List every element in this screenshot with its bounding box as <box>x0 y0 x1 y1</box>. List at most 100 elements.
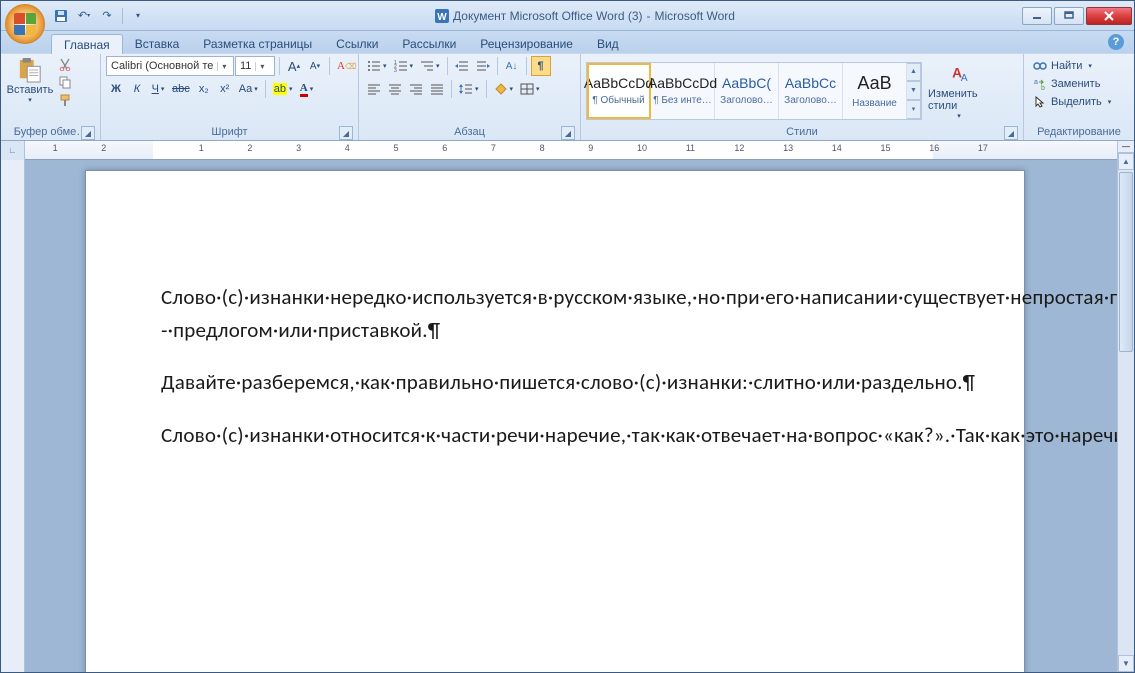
line-spacing-button[interactable]: ▾ <box>456 79 482 99</box>
font-size-combo[interactable]: 11▾ <box>235 56 275 76</box>
show-marks-button[interactable]: ¶ <box>531 56 551 76</box>
window-controls <box>1022 7 1134 25</box>
ruler-toggle[interactable]: — <box>1118 141 1134 153</box>
ribbon-tabs: Главная Вставка Разметка страницы Ссылки… <box>1 31 1134 53</box>
save-icon[interactable] <box>51 6 71 26</box>
svg-text:W: W <box>437 12 447 23</box>
help-icon[interactable]: ? <box>1108 34 1124 50</box>
paragraph-2[interactable]: Давайте·разберемся,·как·правильно·пишетс… <box>161 366 949 399</box>
tab-selector[interactable]: ∟ <box>1 141 25 160</box>
group-clipboard: Вставить ▾ Буфер обме…◢ <box>1 54 101 140</box>
tab-layout[interactable]: Разметка страницы <box>191 34 324 53</box>
group-paragraph: ▾ 123▾ ▾ A↓ ¶ <box>359 54 581 140</box>
grow-font-button[interactable]: A▴ <box>284 56 304 76</box>
style-heading1[interactable]: AaBbC(Заголово… <box>715 63 779 119</box>
copy-icon[interactable] <box>56 74 74 90</box>
justify-button[interactable] <box>427 79 447 99</box>
horizontal-ruler[interactable]: 121234567891011121314151617 <box>25 141 1117 159</box>
tab-insert[interactable]: Вставка <box>123 34 192 53</box>
select-button[interactable]: Выделить▾ <box>1029 94 1115 110</box>
undo-icon[interactable]: ↶▾ <box>74 6 94 26</box>
maximize-button[interactable] <box>1054 7 1084 25</box>
styles-launcher[interactable]: ◢ <box>1004 126 1018 140</box>
numbering-button[interactable]: 123▾ <box>391 56 417 76</box>
gallery-down[interactable]: ▼ <box>907 81 921 100</box>
font-color-button[interactable]: A▾ <box>297 79 317 99</box>
ribbon: Вставить ▾ Буфер обме…◢ Calibri (Основно… <box>1 53 1134 141</box>
window-title: W Документ Microsoft Office Word (3) - M… <box>148 9 1022 23</box>
font-launcher[interactable]: ◢ <box>339 126 353 140</box>
minimize-button[interactable] <box>1022 7 1052 25</box>
group-label-editing: Редактирование <box>1029 125 1129 140</box>
svg-text:A: A <box>961 72 968 83</box>
bullets-button[interactable]: ▾ <box>364 56 390 76</box>
quick-access-toolbar: ↶▾ ↷ ▾ <box>51 6 148 26</box>
underline-button[interactable]: Ч▾ <box>148 79 168 99</box>
change-styles-button[interactable]: AA Изменить стили▾ <box>928 60 990 122</box>
svg-text:a: a <box>1034 79 1038 86</box>
paragraph-launcher[interactable]: ◢ <box>561 126 575 140</box>
titlebar: ↶▾ ↷ ▾ W Документ Microsoft Office Word … <box>1 1 1134 31</box>
horizontal-ruler-bar: ∟ 121234567891011121314151617 <box>1 141 1117 160</box>
vertical-scrollbar[interactable]: — ▲ ▼ <box>1117 141 1134 672</box>
group-label-clipboard: Буфер обме…◢ <box>6 125 95 140</box>
vertical-ruler[interactable] <box>1 160 25 672</box>
style-title[interactable]: АаВНазвание <box>843 63 907 119</box>
superscript-button[interactable]: x² <box>215 79 235 99</box>
styles-gallery: AaBbCcDd¶ Обычный AaBbCcDd¶ Без инте… Aa… <box>586 62 922 120</box>
style-heading2[interactable]: AaBbCcЗаголово… <box>779 63 843 119</box>
scroll-up-button[interactable]: ▲ <box>1118 153 1134 170</box>
redo-icon[interactable]: ↷ <box>97 6 117 26</box>
find-button[interactable]: Найти▾ <box>1029 58 1115 74</box>
style-no-spacing[interactable]: AaBbCcDd¶ Без инте… <box>651 63 715 119</box>
font-name-combo[interactable]: Calibri (Основной те▾ <box>106 56 234 76</box>
word-icon: W <box>435 9 449 23</box>
strike-button[interactable]: abc <box>169 79 193 99</box>
tab-view[interactable]: Вид <box>585 34 631 53</box>
sort-button[interactable]: A↓ <box>502 56 522 76</box>
paragraph-3[interactable]: Слово·(с)·изнанки·относится·к·части·речи… <box>161 419 949 452</box>
bold-button[interactable]: Ж <box>106 79 126 99</box>
page: Слово·(с)·изнанки·нередко·используется·в… <box>85 170 1025 672</box>
cut-icon[interactable] <box>56 56 74 72</box>
scroll-thumb[interactable] <box>1119 172 1133 352</box>
office-button[interactable] <box>5 4 45 44</box>
decrease-indent-button[interactable] <box>452 56 472 76</box>
subscript-button[interactable]: x₂ <box>194 79 214 99</box>
binoculars-icon <box>1033 59 1047 73</box>
clear-formatting-button[interactable]: A⌫ <box>334 56 359 76</box>
group-label-paragraph: Абзац◢ <box>364 125 575 140</box>
scroll-down-button[interactable]: ▼ <box>1118 655 1134 672</box>
shrink-font-button[interactable]: A▾ <box>305 56 325 76</box>
align-center-button[interactable] <box>385 79 405 99</box>
increase-indent-button[interactable] <box>473 56 493 76</box>
replace-button[interactable]: abЗаменить <box>1029 76 1115 92</box>
tab-home[interactable]: Главная <box>51 34 123 54</box>
paste-button[interactable]: Вставить ▾ <box>6 56 54 106</box>
tab-mailings[interactable]: Рассылки <box>390 34 468 53</box>
align-left-button[interactable] <box>364 79 384 99</box>
paragraph-1[interactable]: Слово·(с)·изнанки·нередко·используется·в… <box>161 281 949 346</box>
document-viewport[interactable]: Слово·(с)·изнанки·нередко·используется·в… <box>25 160 1117 672</box>
change-case-button[interactable]: Aa▾ <box>236 79 261 99</box>
align-right-button[interactable] <box>406 79 426 99</box>
replace-icon: ab <box>1033 77 1047 91</box>
clipboard-launcher[interactable]: ◢ <box>81 126 95 140</box>
format-painter-icon[interactable] <box>56 92 74 108</box>
borders-button[interactable]: ▾ <box>517 79 543 99</box>
group-font: Calibri (Основной те▾ 11▾ A▴ A▾ A⌫ Ж К Ч… <box>101 54 359 140</box>
highlight-button[interactable]: ab▾ <box>270 79 296 99</box>
multilevel-button[interactable]: ▾ <box>417 56 443 76</box>
svg-text:3: 3 <box>394 68 397 72</box>
italic-button[interactable]: К <box>127 79 147 99</box>
shading-button[interactable]: ▾ <box>491 79 517 99</box>
style-normal[interactable]: AaBbCcDd¶ Обычный <box>587 63 651 119</box>
gallery-more[interactable]: ▾ <box>907 100 921 119</box>
gallery-up[interactable]: ▲ <box>907 63 921 82</box>
close-button[interactable] <box>1086 7 1132 25</box>
qat-customize-icon[interactable]: ▾ <box>128 6 148 26</box>
svg-text:b: b <box>1041 85 1045 91</box>
group-editing: Найти▾ abЗаменить Выделить▾ Редактирован… <box>1024 54 1134 140</box>
tab-references[interactable]: Ссылки <box>324 34 390 53</box>
tab-review[interactable]: Рецензирование <box>468 34 585 53</box>
